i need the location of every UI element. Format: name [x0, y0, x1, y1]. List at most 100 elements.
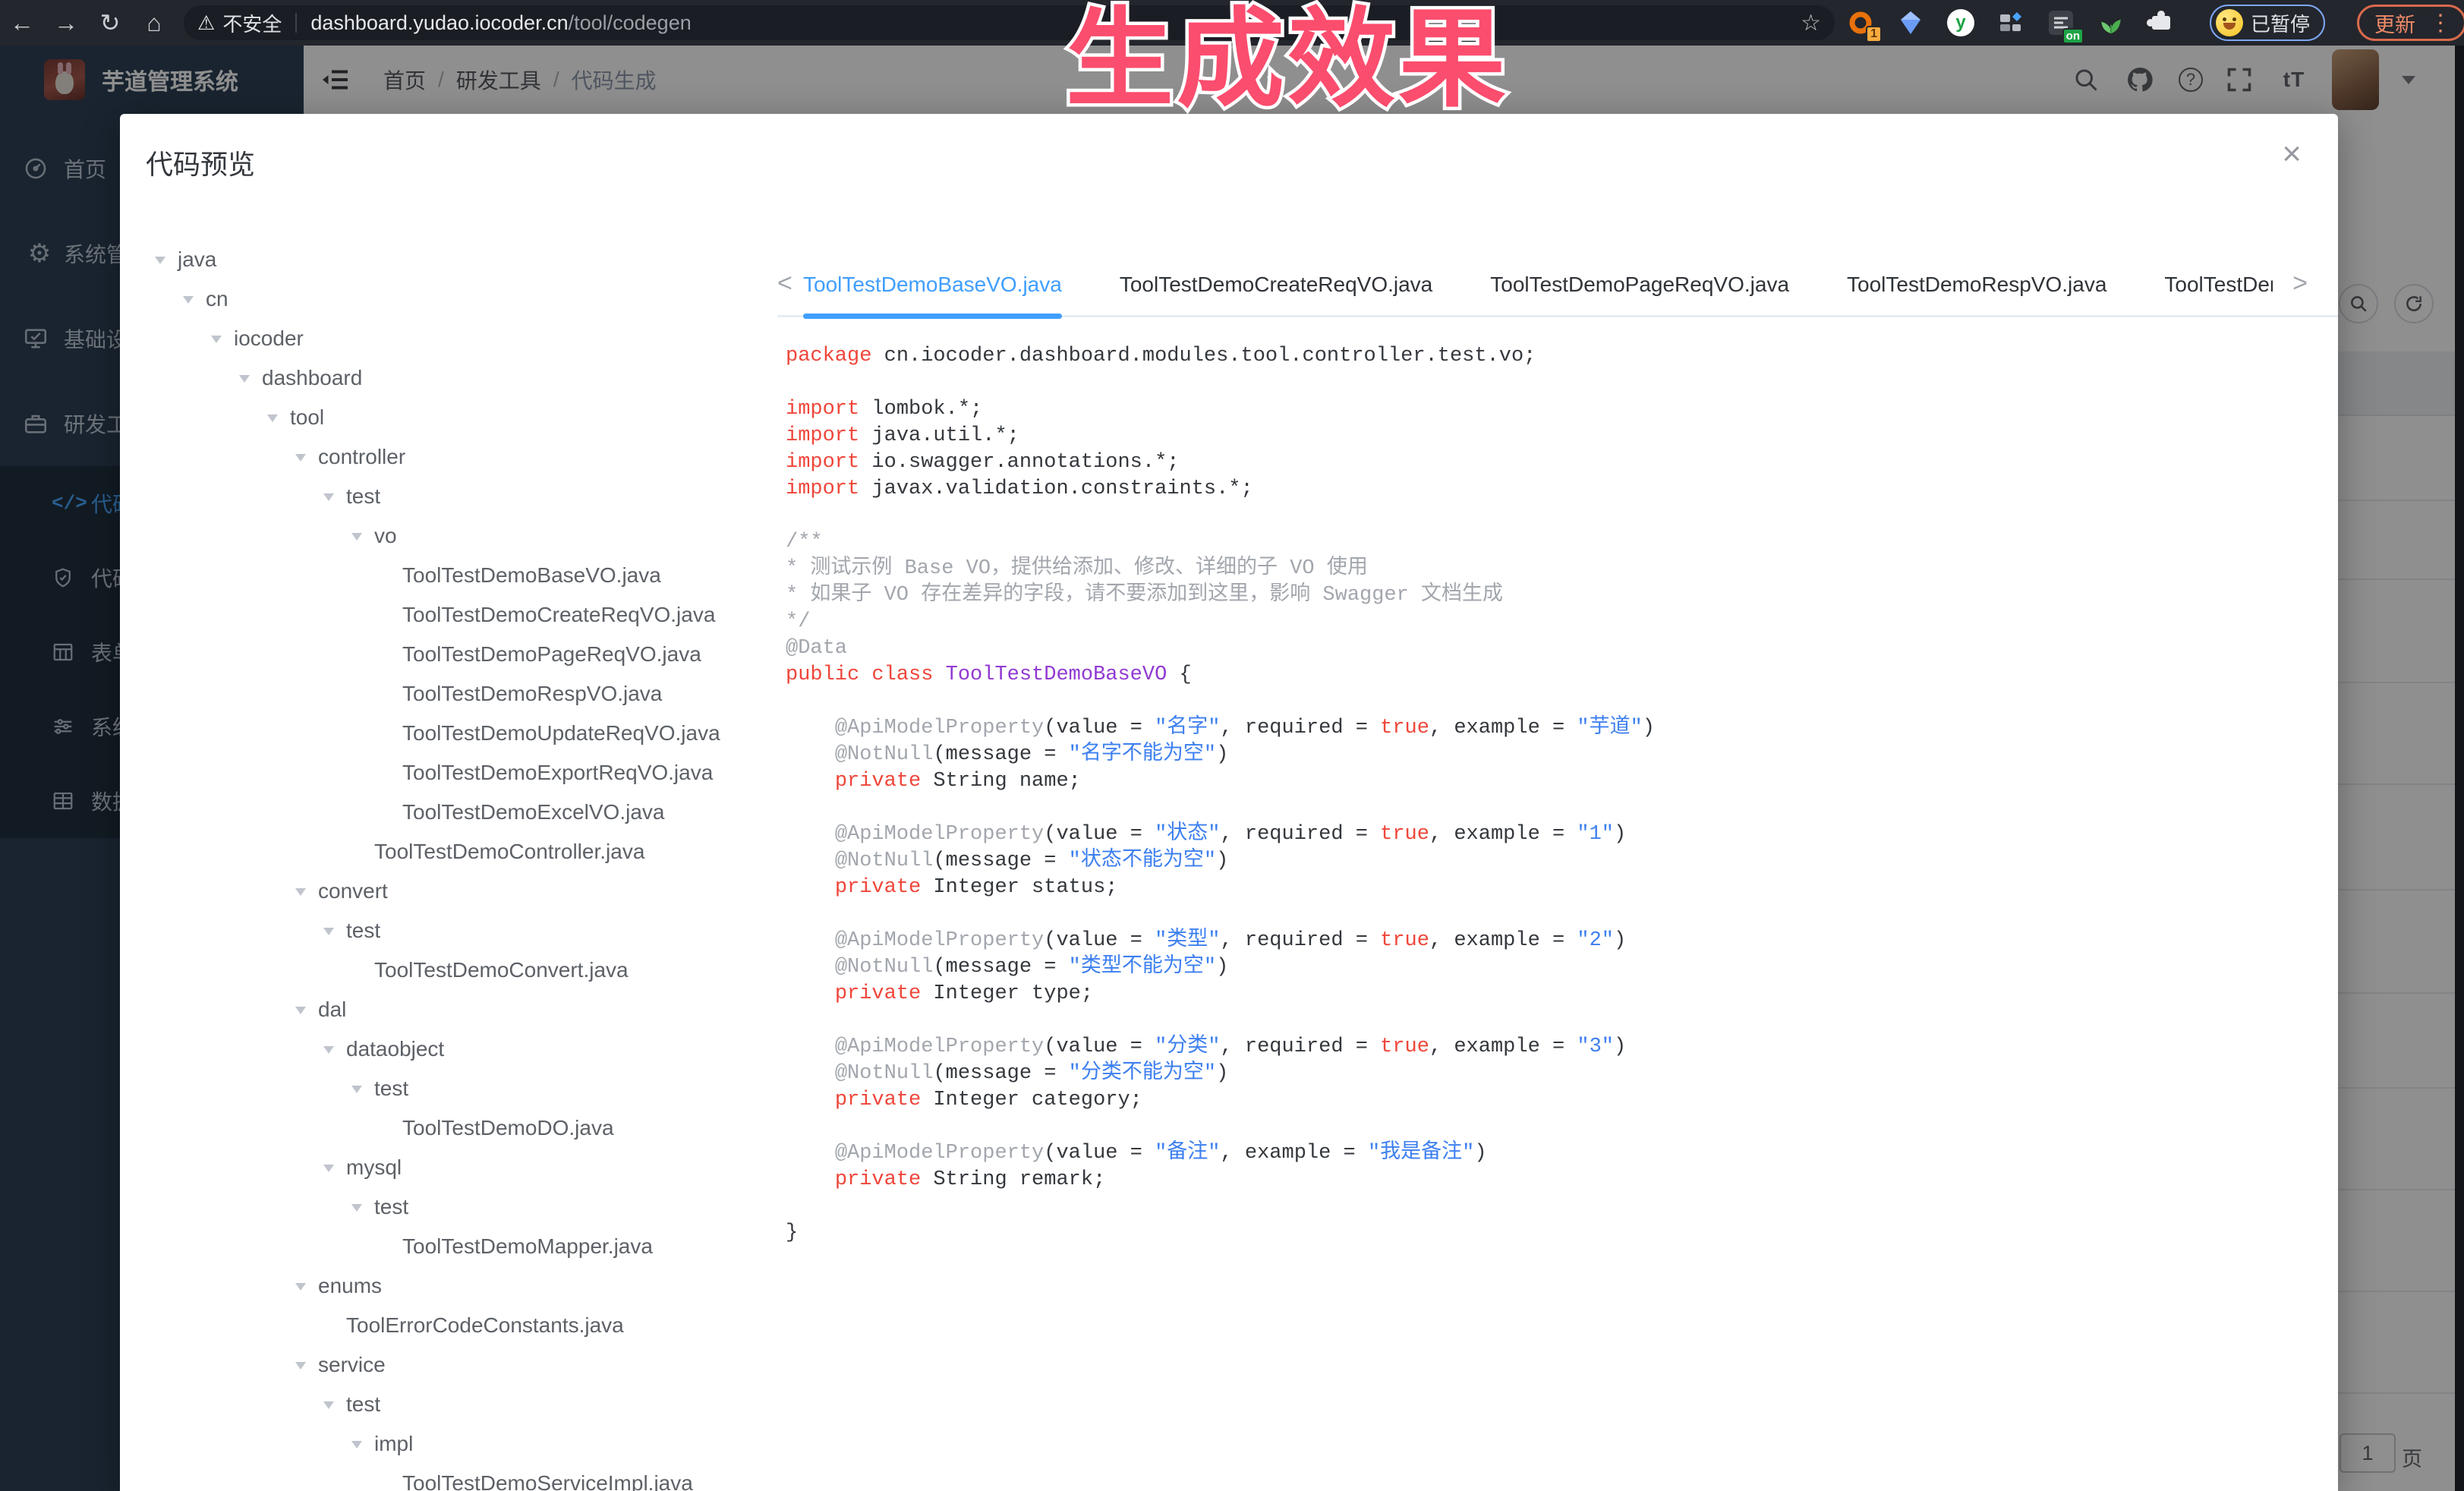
caret-down-icon[interactable] — [295, 1362, 306, 1375]
tree-node[interactable]: ToolTestDemoRespVO.java — [120, 674, 785, 714]
tabs-scroll-right-icon[interactable]: > — [2292, 269, 2308, 298]
tree-node[interactable]: test — [120, 477, 785, 516]
caret-down-icon[interactable] — [295, 1283, 306, 1296]
code-line: @NotNull(message = "名字不能为空") — [786, 742, 2330, 768]
caret-down-icon[interactable] — [295, 1007, 306, 1020]
code-line — [786, 370, 2330, 396]
caret-down-icon[interactable] — [211, 336, 222, 348]
tree-node[interactable]: ToolTestDemoBaseVO.java — [120, 556, 785, 595]
caret-down-icon[interactable] — [239, 375, 250, 388]
back-icon[interactable]: ← — [0, 9, 44, 37]
tab-ToolTestDemoUpdateReqVO.java[interactable]: ToolTestDemoUpdateReqVO.java — [2164, 251, 2273, 319]
url-bar[interactable]: ⚠ 不安全 dashboard.yudao.iocoder.cn/tool/co… — [184, 5, 1835, 40]
extensions-puzzle-icon[interactable] — [2146, 8, 2176, 38]
close-icon[interactable]: × — [2282, 135, 2302, 173]
update-button[interactable]: 更新 ⋮ — [2357, 5, 2464, 41]
extension-y-icon[interactable]: y — [1946, 8, 1976, 38]
code-line — [786, 503, 2330, 529]
code-viewer: package cn.iocoder.dashboard.modules.too… — [786, 343, 2330, 1247]
tree-node[interactable]: ToolTestDemoExportReqVO.java — [120, 753, 785, 793]
tree-node[interactable]: vo — [120, 516, 785, 556]
tree-node[interactable]: ToolTestDemoPageReqVO.java — [120, 635, 785, 674]
tree-node[interactable]: test — [120, 1187, 785, 1227]
tree-node[interactable]: ToolTestDemoMapper.java — [120, 1227, 785, 1266]
url-host: dashboard.yudao.iocoder.cn — [310, 11, 568, 35]
bookmark-star-icon[interactable]: ☆ — [1801, 10, 1821, 36]
caret-down-icon[interactable] — [267, 415, 278, 427]
tree-node[interactable]: convert — [120, 872, 785, 911]
tree-node[interactable]: enums — [120, 1266, 785, 1306]
code-line: @Data — [786, 635, 2330, 662]
extension-orange-icon[interactable]: 1 — [1845, 8, 1876, 38]
extension-badge: 1 — [1866, 26, 1882, 43]
caret-down-icon[interactable] — [183, 296, 194, 309]
caret-down-icon[interactable] — [323, 1046, 334, 1059]
tabs-scroll-left-icon[interactable]: < — [777, 269, 792, 298]
tree-node[interactable]: ToolTestDemoCreateReqVO.java — [120, 595, 785, 635]
tree-node[interactable]: test — [120, 1069, 785, 1108]
tree-node[interactable]: dataobject — [120, 1029, 785, 1069]
caret-down-icon[interactable] — [351, 1204, 362, 1217]
code-line — [786, 795, 2330, 821]
tree-node[interactable]: ToolTestDemoConvert.java — [120, 950, 785, 990]
tree-node[interactable]: ToolTestDemoServiceImpl.java — [120, 1464, 785, 1491]
tree-node[interactable]: dal — [120, 990, 785, 1029]
warning-icon: ⚠ — [197, 11, 215, 35]
caret-down-icon[interactable] — [323, 1165, 334, 1177]
caret-down-icon[interactable] — [323, 493, 334, 506]
caret-down-icon[interactable] — [155, 257, 165, 270]
tab-ToolTestDemoRespVO.java[interactable]: ToolTestDemoRespVO.java — [1847, 251, 2106, 319]
code-line: @ApiModelProperty(value = "名字", required… — [786, 715, 2330, 742]
code-line: import lombok.*; — [786, 396, 2330, 423]
security-label: 不安全 — [222, 9, 282, 37]
caret-down-icon[interactable] — [351, 533, 362, 546]
tree-node[interactable]: ToolTestDemoDO.java — [120, 1108, 785, 1148]
extension-grid-icon[interactable] — [1996, 8, 2026, 38]
tree-node[interactable]: mysql — [120, 1148, 785, 1187]
code-preview-dialog: 代码预览 × javacniocoderdashboardtoolcontrol… — [120, 114, 2338, 1491]
code-line — [786, 1114, 2330, 1140]
profile-paused-badge[interactable]: 已暂停 — [2210, 5, 2325, 41]
code-line: @ApiModelProperty(value = "类型", required… — [786, 928, 2330, 954]
code-line: * 如果子 VO 存在差异的字段，请不要添加到这里，影响 Swagger 文档生… — [786, 582, 2330, 609]
tree-node[interactable]: tool — [120, 398, 785, 437]
code-line: /** — [786, 529, 2330, 556]
tree-node[interactable]: dashboard — [120, 358, 785, 398]
tree-node[interactable]: cn — [120, 279, 785, 319]
tab-ToolTestDemoPageReqVO.java[interactable]: ToolTestDemoPageReqVO.java — [1490, 251, 1789, 319]
forward-icon[interactable]: → — [44, 9, 88, 37]
tree-node[interactable]: ToolTestDemoController.java — [120, 832, 785, 872]
tab-ToolTestDemoBaseVO.java[interactable]: ToolTestDemoBaseVO.java — [803, 251, 1062, 319]
caret-down-icon[interactable] — [323, 928, 334, 941]
code-line: */ — [786, 609, 2330, 635]
tree-node[interactable]: service — [120, 1345, 785, 1385]
extension-gem-icon[interactable] — [1895, 8, 1926, 38]
window-edge-strip — [2455, 46, 2464, 1491]
caret-down-icon[interactable] — [351, 1086, 362, 1099]
code-line: @ApiModelProperty(value = "备注", example … — [786, 1140, 2330, 1167]
tree-node[interactable]: iocoder — [120, 319, 785, 358]
extension-leaf-icon[interactable] — [2096, 8, 2126, 38]
caret-down-icon[interactable] — [323, 1401, 334, 1414]
kebab-menu-icon[interactable]: ⋮ — [2425, 10, 2456, 36]
code-line: @NotNull(message = "分类不能为空") — [786, 1061, 2330, 1087]
tree-node[interactable]: test — [120, 1385, 785, 1424]
tree-node[interactable]: java — [120, 240, 785, 279]
tree-node[interactable]: controller — [120, 437, 785, 477]
reload-icon[interactable]: ↻ — [88, 8, 132, 37]
home-icon[interactable]: ⌂ — [132, 9, 176, 37]
code-line: private Integer category; — [786, 1087, 2330, 1114]
tree-node[interactable]: ToolTestDemoExcelVO.java — [120, 793, 785, 832]
tree-node[interactable]: ToolErrorCodeConstants.java — [120, 1306, 785, 1345]
extensions-row: 1 y on 已暂停 更新 ⋮ — [1845, 5, 2464, 41]
annotation-text: 生成效果 — [1066, 0, 1509, 125]
code-line — [786, 901, 2330, 928]
tab-ToolTestDemoCreateReqVO.java[interactable]: ToolTestDemoCreateReqVO.java — [1120, 251, 1432, 319]
tree-node[interactable]: test — [120, 911, 785, 950]
tree-node[interactable]: ToolTestDemoUpdateReqVO.java — [120, 714, 785, 753]
extension-on-icon[interactable]: on — [2046, 8, 2076, 38]
caret-down-icon[interactable] — [295, 888, 306, 901]
tree-node[interactable]: impl — [120, 1424, 785, 1464]
caret-down-icon[interactable] — [295, 454, 306, 467]
caret-down-icon[interactable] — [351, 1441, 362, 1454]
